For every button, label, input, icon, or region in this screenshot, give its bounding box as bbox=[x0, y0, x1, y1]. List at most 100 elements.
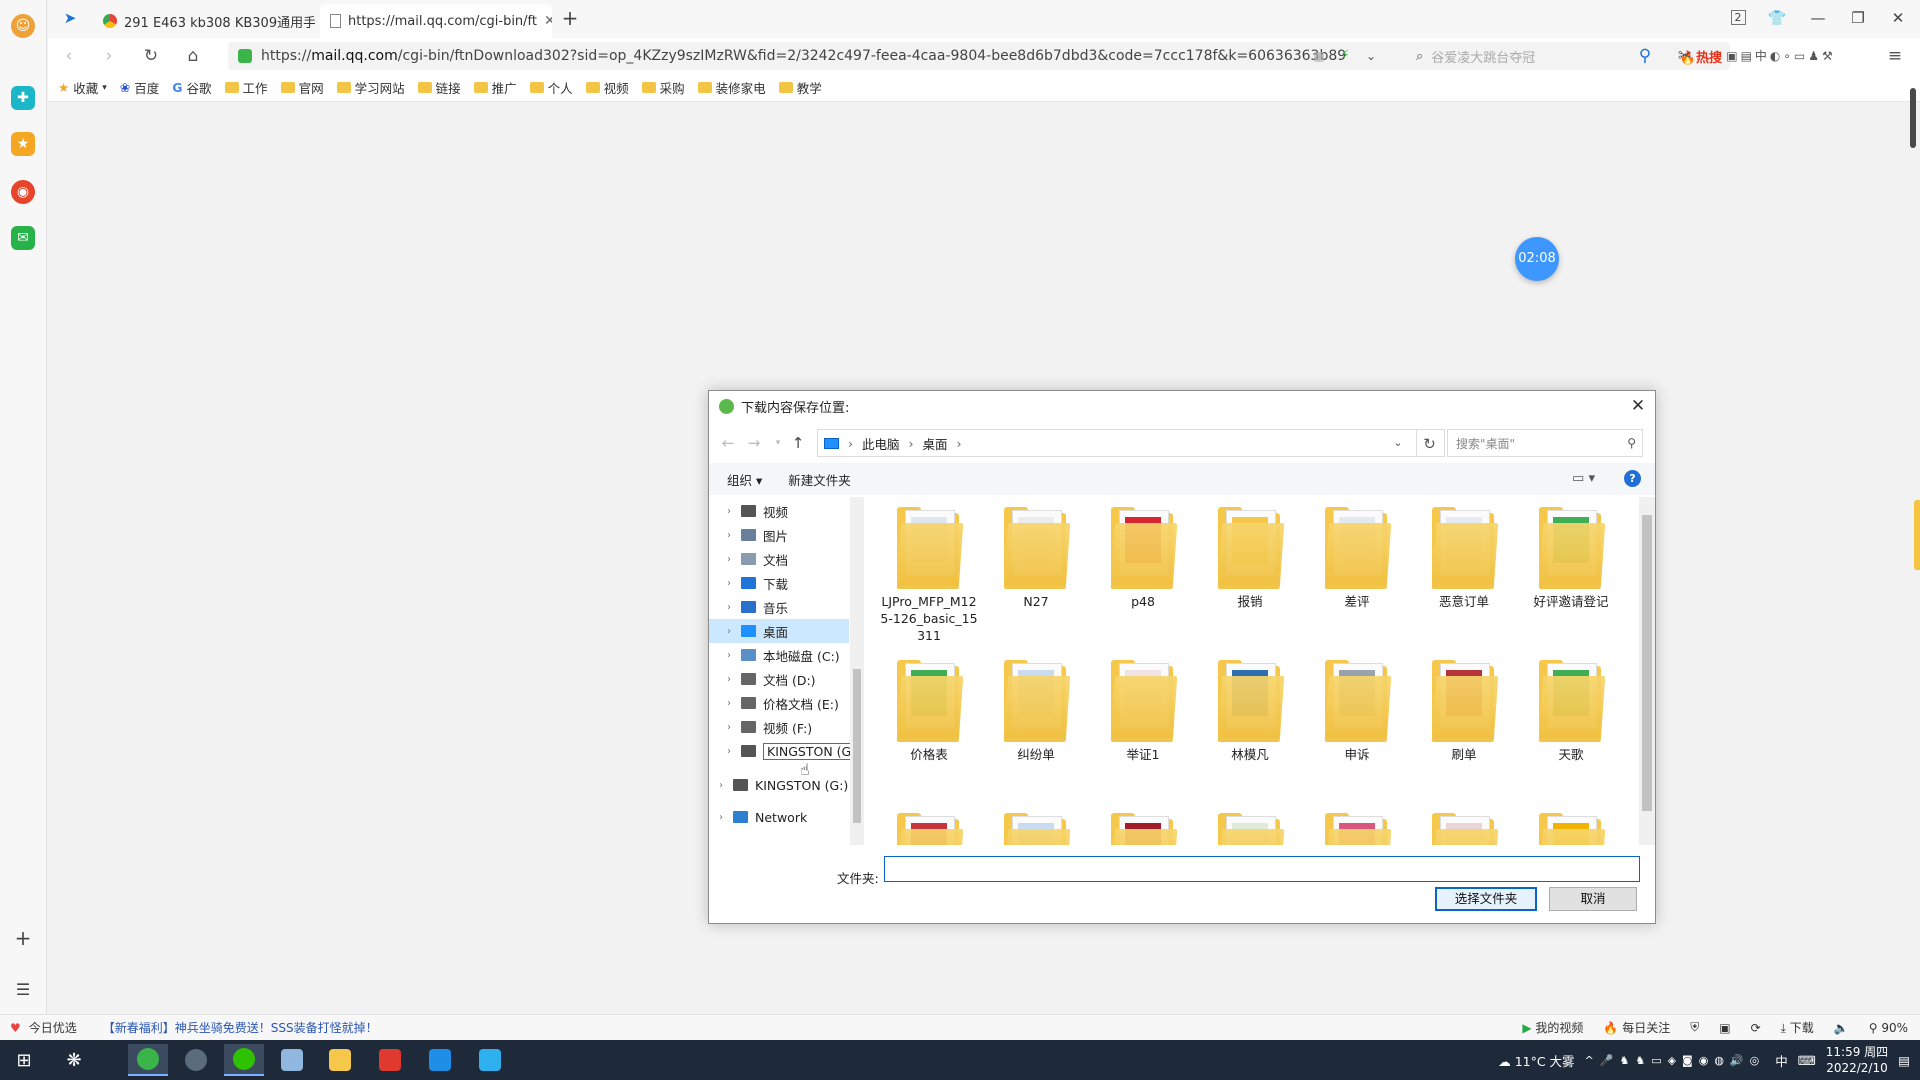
close-window-icon[interactable]: ✕ bbox=[1884, 6, 1912, 30]
tree-scrollbar-thumb[interactable] bbox=[853, 669, 861, 823]
forward-arrow-icon[interactable]: → bbox=[743, 431, 765, 455]
weibo-icon[interactable]: ◉ bbox=[11, 180, 35, 204]
bookmark-favorites[interactable]: ★ 收藏 ▾ bbox=[58, 78, 107, 97]
download-link[interactable]: ⤓ 下载 bbox=[1781, 1019, 1814, 1036]
folder-item[interactable] bbox=[1200, 813, 1300, 845]
notification-icon[interactable]: ▤ bbox=[1898, 1053, 1910, 1068]
plus-tool-icon[interactable]: ✚ bbox=[11, 86, 35, 110]
window-count-badge[interactable]: 2 bbox=[1730, 10, 1746, 25]
taskbar-app-qq[interactable] bbox=[420, 1044, 460, 1076]
tree-item[interactable]: › 视频 bbox=[709, 499, 849, 523]
menu-icon[interactable]: ≡ bbox=[1882, 44, 1908, 68]
tree-item[interactable]: › 文档 (D:) bbox=[709, 667, 849, 691]
chevron-right-icon[interactable]: › bbox=[709, 780, 733, 791]
address-bar[interactable]: https://mail.qq.com/cgi-bin/ftnDownload3… bbox=[228, 42, 1443, 70]
bookmark-folder[interactable]: 工作 bbox=[224, 78, 268, 97]
folder-item[interactable]: 刷单 bbox=[1414, 660, 1514, 763]
tab-product[interactable]: 291 E463 kb308 KB309通用手 bbox=[93, 4, 315, 38]
folder-item[interactable]: 价格表 bbox=[879, 660, 979, 763]
shirt-skin-icon[interactable]: 👕 bbox=[1763, 6, 1791, 30]
new-tab-icon[interactable]: + bbox=[556, 6, 584, 30]
keyboard-icon[interactable]: ⌨ bbox=[1798, 1053, 1816, 1068]
chevron-right-icon[interactable]: › bbox=[717, 698, 741, 709]
chevron-right-icon[interactable]: › bbox=[717, 650, 741, 661]
folder-item[interactable] bbox=[1093, 813, 1193, 845]
taskbar-app-editor[interactable] bbox=[272, 1044, 312, 1076]
weather-widget[interactable]: ☁ 11°C 大雾 bbox=[1498, 1051, 1574, 1070]
tree-item[interactable]: › Network bbox=[709, 805, 849, 829]
chevron-right-icon[interactable]: › bbox=[717, 578, 741, 589]
taskbar-app-wechat[interactable] bbox=[224, 1044, 264, 1076]
bookmark-google[interactable]: G 谷歌 bbox=[172, 78, 211, 97]
chevron-right-icon[interactable]: › bbox=[709, 812, 733, 823]
chevron-right-icon[interactable]: › bbox=[717, 674, 741, 685]
tab-mail-download[interactable]: https://mail.qq.com/cgi-bin/ft ✕ bbox=[320, 4, 552, 38]
breadcrumb-dropdown-icon[interactable]: ⌄ bbox=[1383, 429, 1413, 457]
recent-chevron-icon[interactable]: ▾ bbox=[767, 431, 789, 455]
restore-icon[interactable]: ❐ bbox=[1844, 6, 1872, 30]
folder-item[interactable]: 报销 bbox=[1200, 507, 1300, 610]
bookmark-folder[interactable]: 视频 bbox=[585, 78, 629, 97]
lightning-icon[interactable]: ⚡ bbox=[1332, 44, 1358, 68]
daily-focus-link[interactable]: 🔥 每日关注 bbox=[1603, 1019, 1670, 1036]
windows-start-icon[interactable]: ⊞ bbox=[4, 1044, 44, 1076]
folder-item[interactable]: 差评 bbox=[1307, 507, 1407, 610]
dialog-close-icon[interactable]: ✕ bbox=[1627, 395, 1649, 417]
ime-indicator[interactable]: 中 bbox=[1775, 1051, 1788, 1070]
my-videos-link[interactable]: ▶ 我的视频 bbox=[1522, 1019, 1583, 1036]
news-ticker[interactable]: 【新春福利】神兵坐骑免费送！SSS装备打怪就掉！ bbox=[103, 1019, 378, 1036]
folder-item[interactable] bbox=[1307, 813, 1407, 845]
taskbar-app-photo[interactable] bbox=[176, 1044, 216, 1076]
tree-item[interactable]: › 视频 (F:) bbox=[709, 715, 849, 739]
folder-item[interactable] bbox=[1414, 813, 1514, 845]
taskbar-app-360-browser[interactable] bbox=[128, 1044, 168, 1076]
help-icon[interactable]: ? bbox=[1624, 470, 1641, 487]
refresh-icon[interactable]: ↻ bbox=[1415, 429, 1445, 457]
favorites-star-icon[interactable]: ★ bbox=[11, 132, 35, 156]
today-picks-link[interactable]: 今日优选 bbox=[29, 1019, 77, 1036]
chevron-right-icon[interactable]: › bbox=[717, 626, 741, 637]
chevron-right-icon[interactable]: › bbox=[717, 530, 741, 541]
folder-item[interactable]: 林模凡 bbox=[1200, 660, 1300, 763]
side-drawer-tab[interactable] bbox=[1914, 500, 1920, 570]
folder-item[interactable]: 好评邀请登记 bbox=[1521, 507, 1621, 610]
tree-item[interactable]: › 音乐 bbox=[709, 595, 849, 619]
browser-logo-icon[interactable]: ➤ bbox=[56, 6, 84, 30]
tree-item[interactable]: › KINGSTON (G:) bbox=[709, 773, 849, 797]
folder-item[interactable]: 举证1 bbox=[1093, 660, 1193, 763]
breadcrumb[interactable]: › 此电脑 › 桌面 › bbox=[817, 429, 1417, 457]
tree-item[interactable]: › 价格文档 (E:) bbox=[709, 691, 849, 715]
folder-item[interactable]: 恶意订单 bbox=[1414, 507, 1514, 610]
folder-name-input[interactable] bbox=[884, 856, 1640, 882]
reload-icon[interactable]: ↻ bbox=[138, 44, 164, 68]
tab-close-icon[interactable]: ✕ bbox=[544, 13, 552, 29]
folder-search-input[interactable]: 搜索"桌面" ⚲ bbox=[1447, 429, 1643, 457]
security-shield-icon[interactable]: ⛨ bbox=[1690, 1020, 1699, 1035]
up-arrow-icon[interactable]: ↑ bbox=[787, 431, 809, 455]
folder-item[interactable] bbox=[1521, 813, 1621, 845]
chevron-right-icon[interactable]: › bbox=[717, 602, 741, 613]
select-folder-button[interactable]: 选择文件夹 bbox=[1435, 887, 1537, 911]
view-options-icon[interactable]: ▭ ▾ bbox=[1572, 471, 1595, 486]
tree-item[interactable]: › 文档 bbox=[709, 547, 849, 571]
scissors-icon[interactable]: ✂ bbox=[1672, 44, 1698, 68]
folder-item[interactable]: p48 bbox=[1093, 507, 1193, 610]
folder-item[interactable]: N27 bbox=[986, 507, 1086, 610]
home-icon[interactable]: ⌂ bbox=[180, 44, 206, 68]
folder-item[interactable]: 纠纷单 bbox=[986, 660, 1086, 763]
clock[interactable]: 11:59 周四 2022/2/10 bbox=[1826, 1044, 1888, 1076]
breadcrumb-item[interactable]: 桌面 bbox=[923, 434, 948, 453]
breadcrumb-item[interactable]: 此电脑 bbox=[862, 434, 900, 453]
folder-item[interactable]: 申诉 bbox=[1307, 660, 1407, 763]
taskbar-app-chat[interactable] bbox=[470, 1044, 510, 1076]
chevron-right-icon[interactable]: › bbox=[717, 506, 741, 517]
url-dropdown-icon[interactable]: ⌄ bbox=[1358, 44, 1384, 68]
page-scrollbar[interactable] bbox=[1910, 88, 1916, 148]
bookmark-folder[interactable]: 装修家电 bbox=[697, 78, 766, 97]
list-icon[interactable]: ☰ bbox=[11, 978, 35, 1002]
folder-item[interactable]: 天歌 bbox=[1521, 660, 1621, 763]
avatar-icon[interactable]: ☺ bbox=[11, 14, 35, 38]
forward-icon[interactable]: › bbox=[96, 44, 122, 68]
ime-toolbar-icon[interactable]: ▣▤中◐∘▭♟⚒ bbox=[1716, 44, 1846, 68]
tree-item[interactable]: › 本地磁盘 (C:) bbox=[709, 643, 849, 667]
